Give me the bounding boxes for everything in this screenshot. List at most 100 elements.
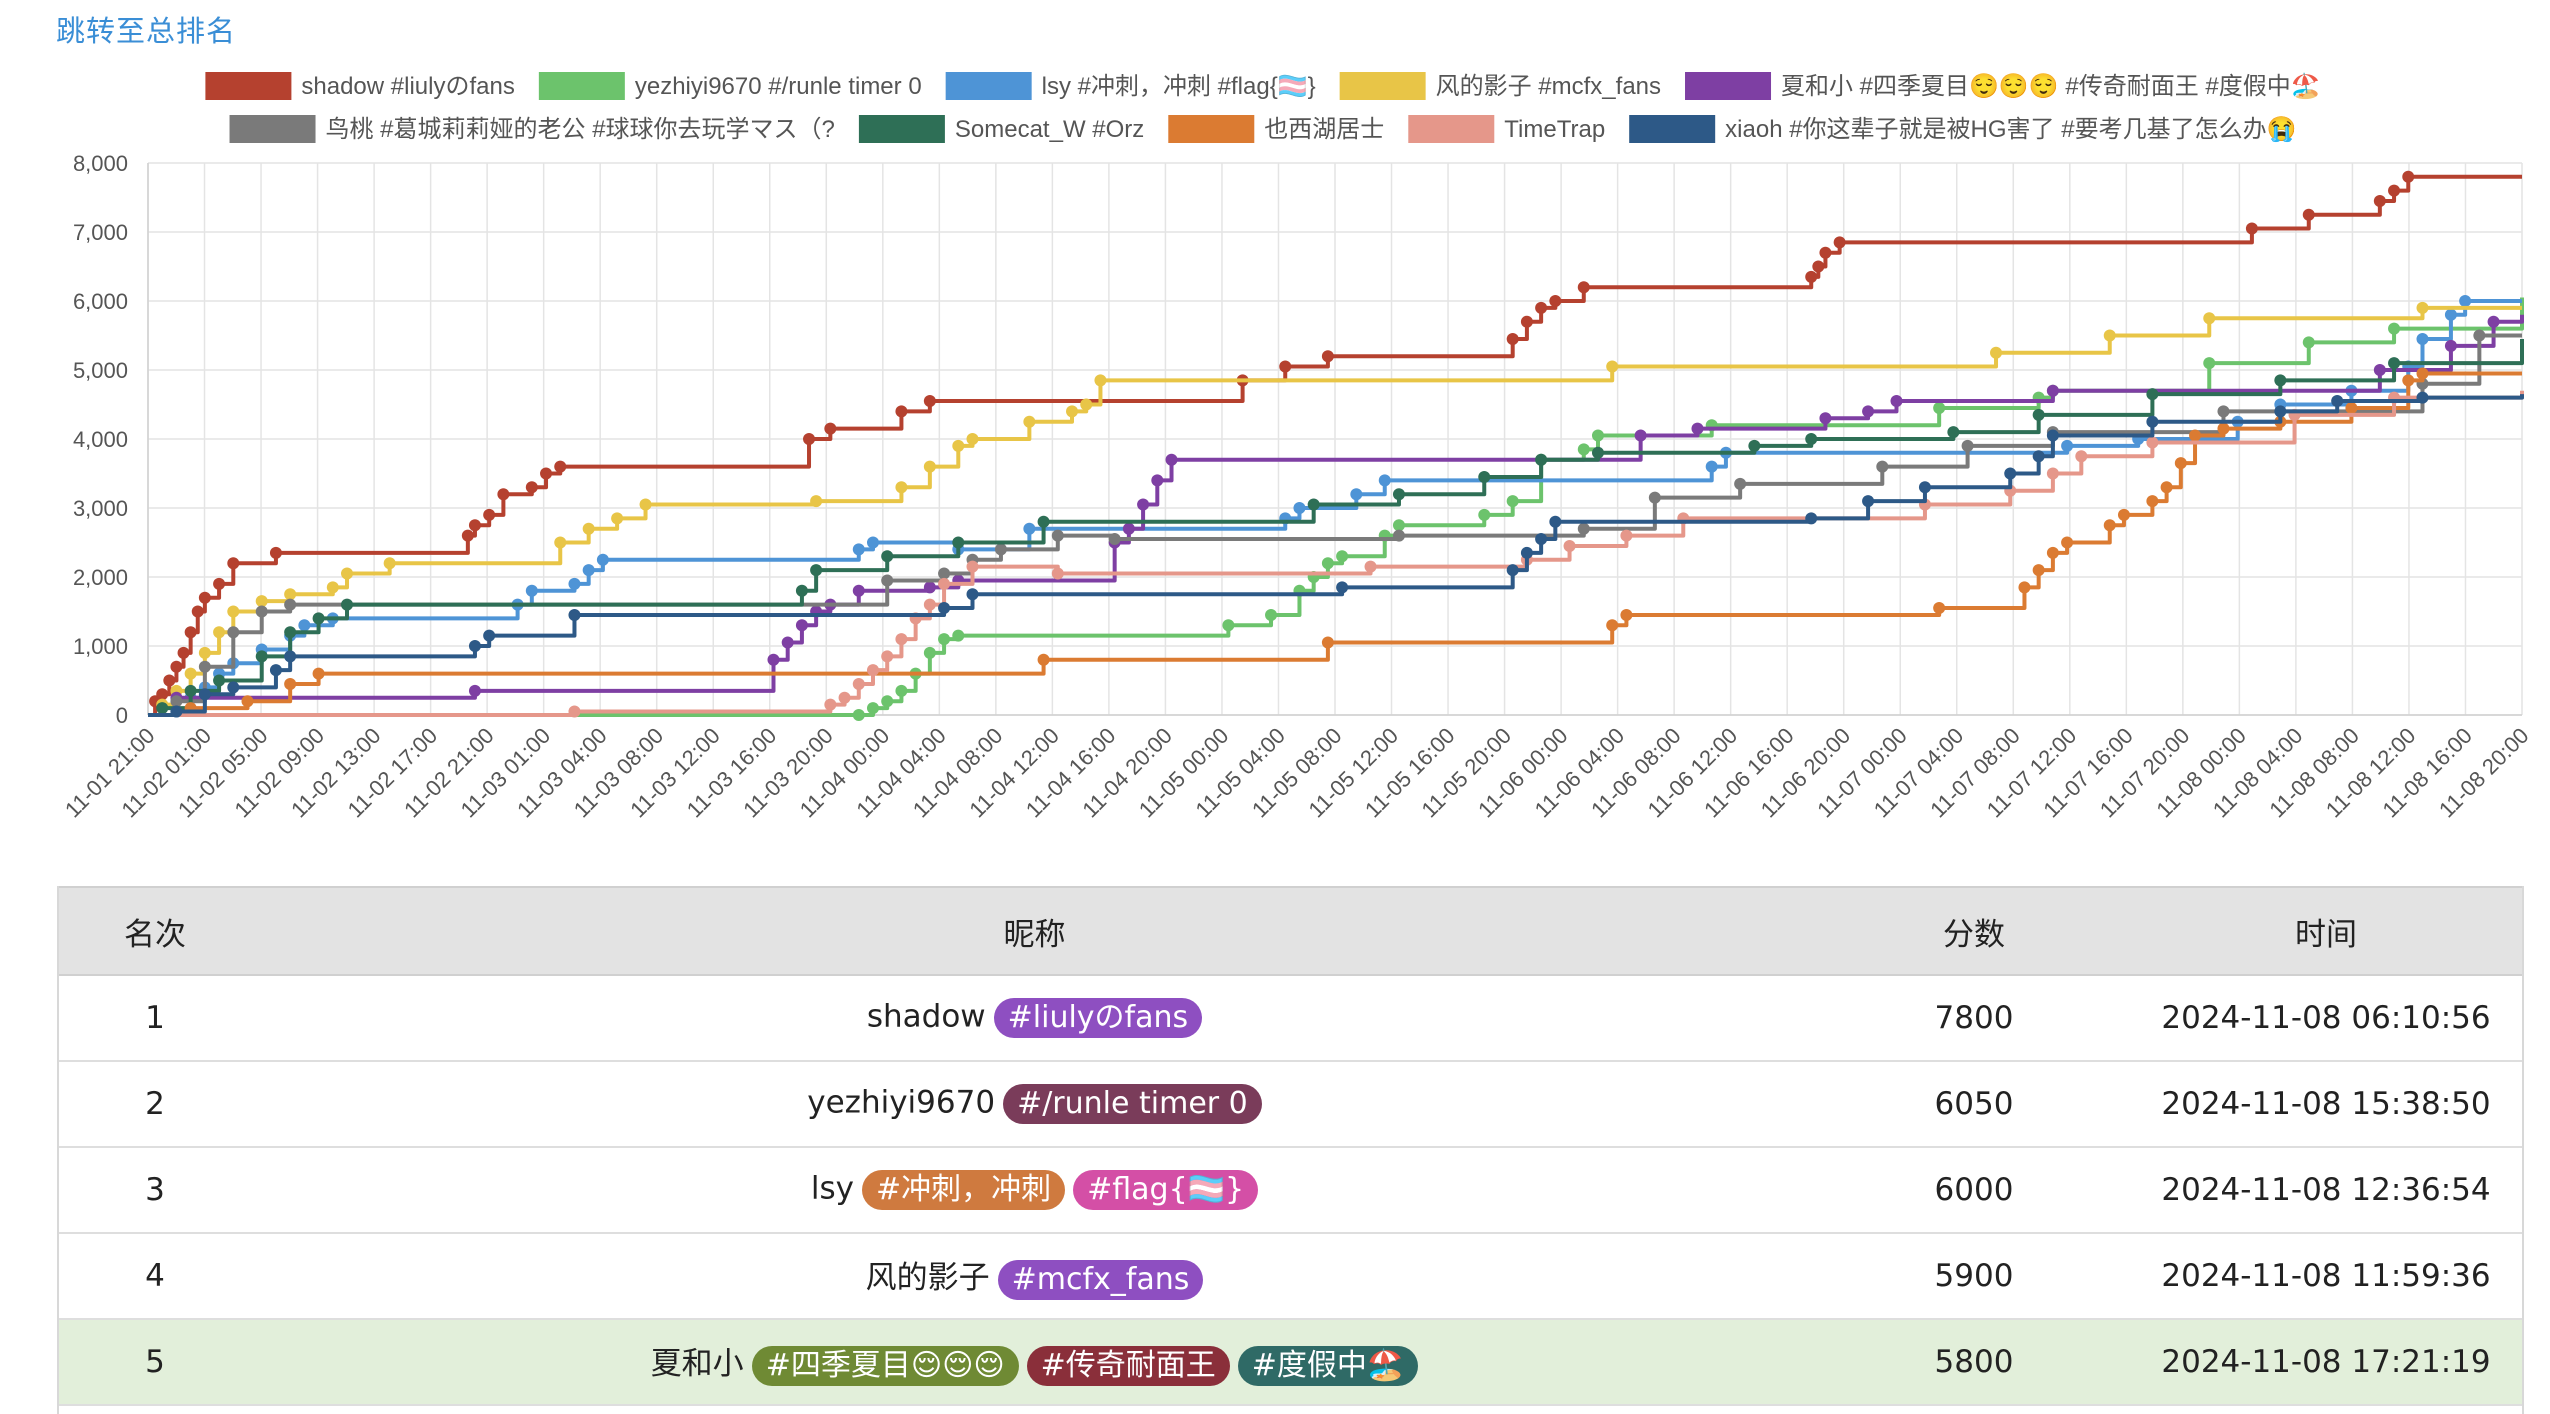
score-cell: 5800 [1818,1319,2130,1406]
series-5-point-7 [938,567,951,580]
series-3-point-26 [1990,346,2003,359]
series-3-point-5 [213,626,226,639]
table-row: 2 yezhiyi9670 #/runle timer 0 6050 2024-11-0… [59,1061,2522,1148]
series-3-point-28 [2203,312,2216,325]
legend-label-9: xiaoh #你这辈子就是被HG害了 #要考几基了怎么办😭 [1725,116,2296,143]
series-7-point-18 [2174,457,2187,470]
series-3-point-10 [341,567,354,580]
series-6-point-21 [2032,408,2045,421]
series-7-point-9 [1933,602,1946,615]
series-8-point-15 [1563,539,1576,552]
series-5-point-2 [198,660,211,673]
series-4-point-17 [1691,422,1704,435]
series-4-point-3 [767,653,780,666]
jump-to-overall-ranking-link[interactable]: 跳转至总排名 [56,8,236,50]
player-tag-badge: #冲刺，冲刺 [861,1170,1066,1210]
series-5-point-19 [2217,405,2230,418]
series-1-point-1 [852,709,865,721]
series-9-point-6 [468,640,481,652]
series-4-point-9 [923,581,936,594]
series-9-point-16 [1805,512,1818,525]
series-7-point-12 [2046,546,2059,559]
series-6-point-20 [1947,426,1960,439]
player-name: yezhiyi9670 [807,1084,996,1121]
series-1-point-14 [1336,550,1349,563]
series-1-point-23 [1933,401,1946,414]
y-tick-label-7: 7,000 [73,220,128,245]
player-name: 风的影子 [865,1260,990,1297]
table-row: 3 lsy #冲刺，冲刺 #flag{🏳️‍⚧️} 6000 2024-11-08 12:… [59,1147,2522,1234]
series-9-point-17 [1862,495,1875,508]
player-tag-badge: #传奇耐面王 [1026,1345,1230,1386]
series-0-point-19 [803,433,816,445]
series-2-point-22 [1378,474,1391,487]
player-tag-badge: #flag{🏳️‍⚧️} [1073,1170,1259,1210]
rank-cell: 2 [59,1061,251,1148]
series-4-point-16 [1634,429,1647,442]
series-5-point-1 [170,695,183,708]
series-6-point-3 [213,674,226,687]
series-6-point-6 [312,612,325,625]
series-3-point-27 [2103,329,2116,342]
series-6-point-15 [1478,470,1491,483]
series-2-point-15 [852,543,865,556]
player-tag-badge: #度假中🏖️ [1237,1345,1419,1386]
y-tick-label-0: 0 [116,703,128,728]
score-cell: 6050 [1818,1061,2130,1148]
series-9-point-9 [938,602,951,615]
series-1-point-2 [866,702,879,715]
series-8-point-4 [852,677,865,690]
series-3-point-23 [1080,398,1093,411]
series-8-point-1 [568,705,581,718]
series-9-point-2 [198,688,211,701]
series-1-point-9 [1222,619,1235,632]
nickname-cell: shadow #liulyのfans [251,975,1818,1062]
series-8-point-12 [1051,567,1064,580]
series-9-point-8 [568,608,581,621]
series-0-point-38 [2388,184,2401,197]
legend-label-8: TimeTrap [1504,116,1605,143]
series-0-point-28 [1535,301,1548,314]
series-6-point-12 [1037,515,1050,528]
player-name: shadow [866,998,986,1035]
series-5-point-15 [1734,477,1747,490]
series-6-point-14 [1392,488,1405,501]
series-7-point-3 [284,677,297,690]
series-0-point-36 [2302,208,2315,221]
series-9-point-19 [2004,467,2017,480]
legend-swatch-1 [538,72,625,100]
legend-label-0: shadow #liulyのfans [301,73,514,100]
series-6-point-9 [810,564,823,577]
series-3-point-22 [1066,405,1079,418]
rank-cell: 1 [59,975,251,1062]
series-6-point-2 [184,684,197,697]
y-tick-label-3: 3,000 [73,496,128,521]
series-4-point-8 [852,584,865,597]
series-3-point-12 [554,536,567,549]
series-8-point-3 [838,691,851,704]
series-6-point-17 [1591,446,1604,459]
player-name: 夏和小 [650,1346,744,1383]
series-3-point-25 [1606,360,1619,373]
series-4-point-4 [781,636,794,649]
series-6-point-22 [2146,388,2159,401]
series-1-point-4 [895,684,908,697]
series-9-point-20 [2032,450,2045,463]
y-tick-label-5: 5,000 [73,358,128,383]
series-3-point-15 [639,498,652,511]
series-9-point-21 [2046,429,2059,442]
series-7-point-10 [2018,581,2031,594]
series-0-point-21 [895,405,908,418]
series-0-point-14 [483,508,496,521]
y-tick-label-6: 6,000 [73,289,128,314]
series-2-point-32 [2444,308,2457,321]
series-3-point-24 [1094,374,1107,387]
score-cell: 7800 [1818,975,2130,1062]
series-9-point-25 [2416,391,2429,404]
series-2-point-12 [568,577,581,590]
legend-swatch-3 [1339,72,1426,100]
time-cell: 2024-11-08 15:38:50 [2130,1061,2522,1148]
series-3-point-6 [227,605,240,618]
header-rank: 名次 [59,886,251,976]
legend-label-1: yezhiyi9670 #/runle timer 0 [635,73,922,100]
